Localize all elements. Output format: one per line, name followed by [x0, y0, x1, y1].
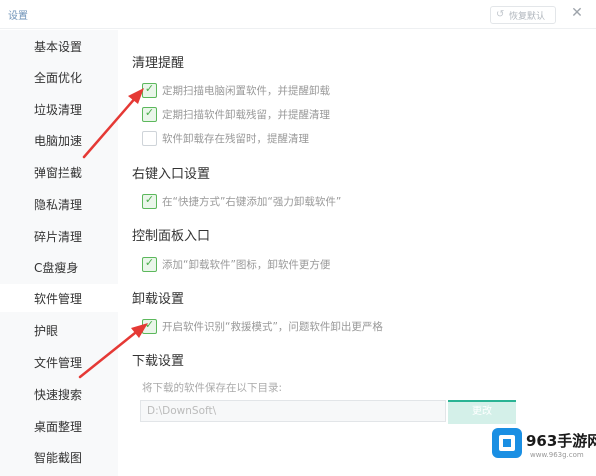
sidebar-item-software-manager[interactable]: 软件管理	[0, 284, 118, 312]
sidebar-item-label: 智能截图	[34, 451, 83, 465]
watermark-url: www.963g.com	[530, 451, 584, 459]
sidebar-item-full-optimize[interactable]: 全面优化	[0, 63, 118, 91]
sidebar-item-c-drive-slim[interactable]: C盘瘦身	[0, 253, 118, 281]
sidebar-item-label: 隐私清理	[34, 198, 83, 212]
check-icon: ✓	[144, 82, 155, 95]
option-label: 软件卸载存在残留时，提醒清理	[162, 133, 309, 145]
check-icon: ✓	[144, 106, 155, 119]
sidebar-item-label: 桌面整理	[34, 420, 83, 434]
sidebar-item-label: 垃圾清理	[34, 103, 83, 117]
site-watermark: 963手游网 www.963g.com	[490, 424, 596, 468]
sidebar-item-quick-search[interactable]: 快速搜索	[0, 380, 118, 408]
download-path-label: 将下载的软件保存在以下目录:	[142, 382, 283, 394]
sidebar-item-file-manager[interactable]: 文件管理	[0, 348, 118, 376]
section-title-control-panel: 控制面板入口	[132, 229, 211, 244]
download-path-input[interactable]	[140, 400, 446, 422]
sidebar-item-label: 软件管理	[34, 292, 83, 306]
sidebar-item-label: 护眼	[34, 324, 59, 338]
sidebar-item-label: 文件管理	[34, 356, 83, 370]
settings-content: 清理提醒 ✓ 定期扫描电脑闲置软件，并提醒卸载 ✓ 定期扫描软件卸载残留，并提醒…	[118, 30, 596, 476]
section-title-context-menu: 右键入口设置	[132, 167, 211, 182]
checkbox[interactable]: ✓	[142, 106, 157, 122]
check-icon: ✓	[144, 193, 155, 206]
section-title-download: 下载设置	[132, 354, 185, 369]
change-path-button[interactable]: 更改	[448, 400, 516, 424]
sidebar-item-privacy-cleanup[interactable]: 隐私清理	[0, 190, 118, 218]
section-title-cleanup: 清理提醒	[132, 56, 185, 71]
sidebar-item-popup-block[interactable]: 弹窗拦截	[0, 158, 118, 186]
settings-window: 设置 ↺ 恢复默认 ✕ 基本设置 全面优化 垃圾清理 电脑加速 弹窗拦截 隐私清…	[0, 0, 596, 476]
sidebar-item-speedup[interactable]: 电脑加速	[0, 126, 118, 154]
undo-icon: ↺	[496, 9, 505, 20]
watermark-logo-icon	[492, 428, 522, 458]
option-label: 添加“卸载软件”图标，卸软件更方便	[162, 259, 331, 271]
title-bar: 设置 ↺ 恢复默认 ✕	[0, 0, 596, 29]
checkbox[interactable]: ✓	[142, 318, 157, 334]
reset-defaults-button[interactable]: ↺ 恢复默认	[490, 6, 556, 24]
sidebar-item-label: 电脑加速	[34, 134, 83, 148]
sidebar-item-smart-screenshot[interactable]: 智能截图	[0, 443, 118, 471]
sidebar-item-label: 快速搜索	[34, 388, 83, 402]
sidebar-item-desktop-organize[interactable]: 桌面整理	[0, 412, 118, 440]
checkbox[interactable]: ✓	[142, 82, 157, 98]
checkbox[interactable]: ✓	[142, 256, 157, 272]
option-label: 在“快捷方式”右键添加“强力卸载软件”	[162, 196, 342, 208]
option-label: 定期扫描电脑闲置软件，并提醒卸载	[162, 85, 330, 97]
sidebar-item-junk-cleanup[interactable]: 垃圾清理	[0, 95, 118, 123]
sidebar-item-label: 弹窗拦截	[34, 166, 83, 180]
window-title: 设置	[8, 11, 28, 22]
check-icon: ✓	[144, 318, 155, 331]
reset-defaults-label: 恢复默认	[509, 12, 546, 22]
sidebar-item-eye-care[interactable]: 护眼	[0, 316, 118, 344]
sidebar-item-label: 碎片清理	[34, 230, 83, 244]
check-icon: ✓	[144, 256, 155, 269]
section-title-uninstall: 卸载设置	[132, 292, 185, 307]
checkbox[interactable]	[142, 131, 157, 146]
sidebar-item-defrag[interactable]: 碎片清理	[0, 222, 118, 250]
sidebar-item-basic-settings[interactable]: 基本设置	[0, 32, 118, 60]
sidebar-item-label: C盘瘦身	[34, 261, 79, 275]
option-label: 定期扫描软件卸载残留，并提醒清理	[162, 109, 330, 121]
sidebar-item-label: 全面优化	[34, 71, 83, 85]
watermark-text: 963手游网	[526, 432, 596, 450]
close-button[interactable]: ✕	[568, 4, 586, 22]
checkbox[interactable]: ✓	[142, 193, 157, 209]
sidebar-item-label: 基本设置	[34, 40, 83, 54]
option-label: 开启软件识别“救援模式”，问题软件卸出更严格	[162, 321, 383, 333]
sidebar: 基本设置 全面优化 垃圾清理 电脑加速 弹窗拦截 隐私清理 碎片清理 C盘瘦身 …	[0, 30, 118, 476]
